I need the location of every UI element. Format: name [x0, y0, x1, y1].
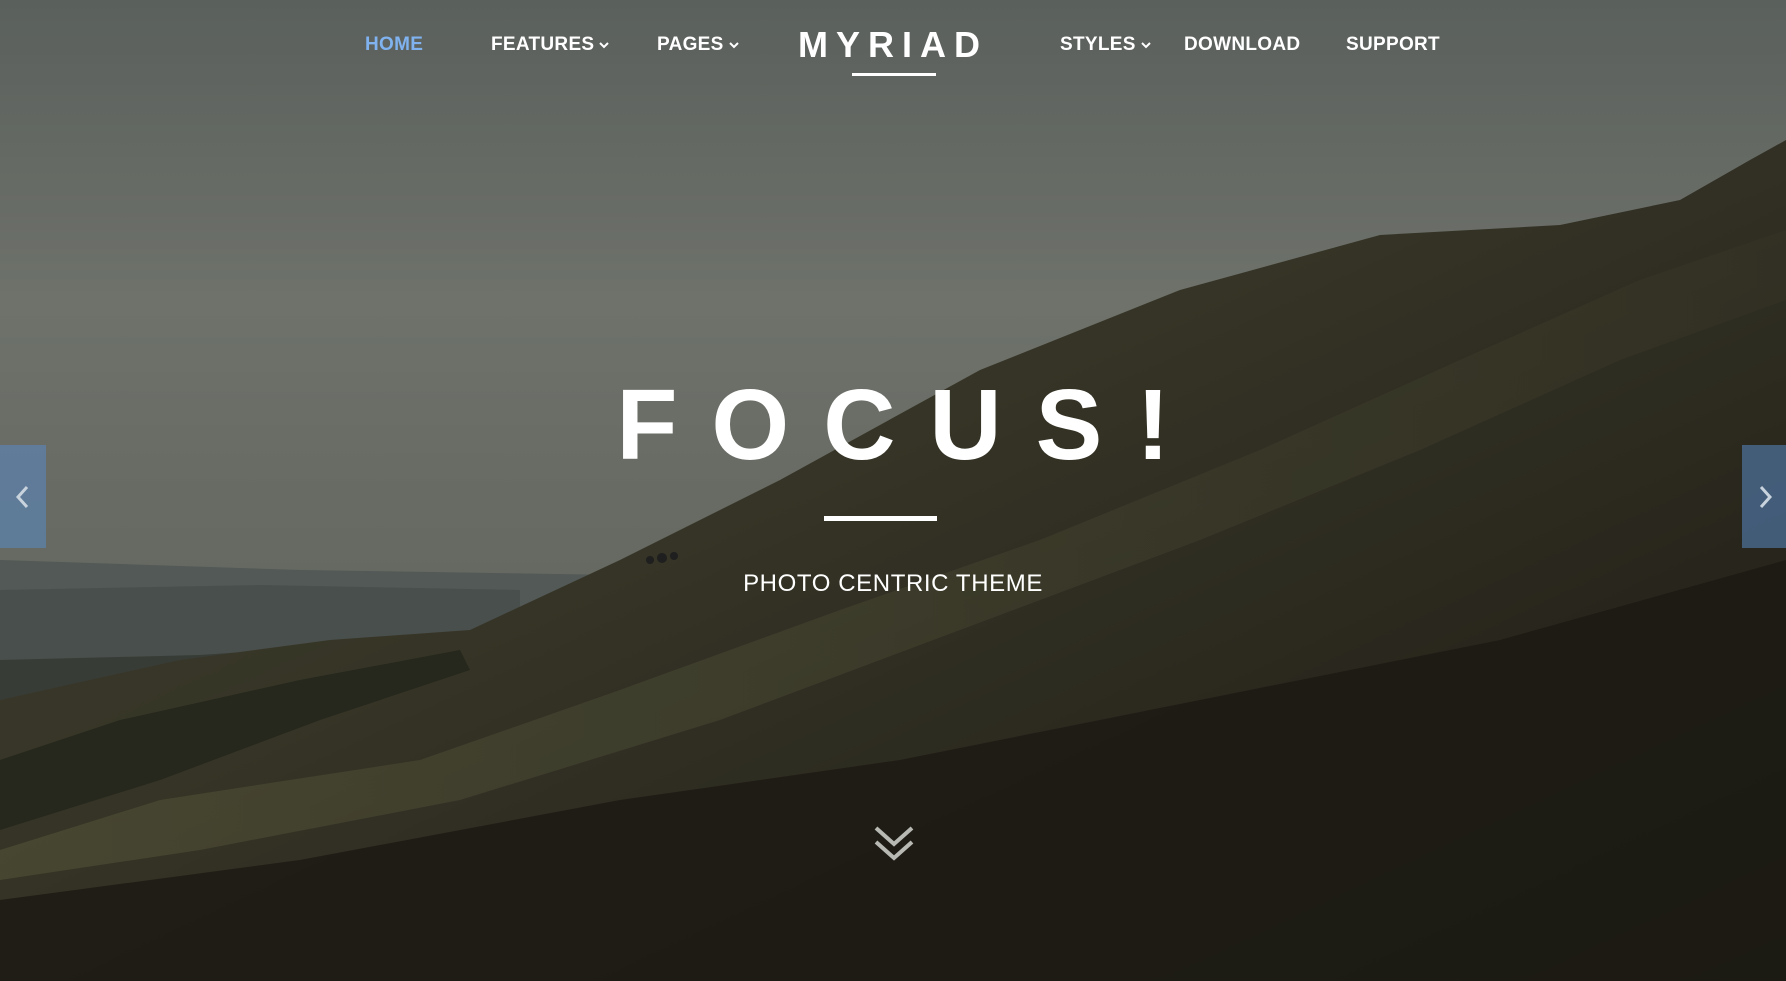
chevron-down-icon: [599, 42, 610, 49]
hero-title: FOCUS!: [616, 369, 1204, 481]
scroll-down-button[interactable]: [872, 822, 916, 866]
main-navigation: HOME FEATURES PAGES MYRIAD STYLES DOWNLO…: [0, 0, 1786, 90]
hero-subtitle: PHOTO CENTRIC THEME: [743, 570, 1043, 597]
nav-item-label: STYLES: [1060, 34, 1136, 55]
nav-item-pages[interactable]: PAGES: [657, 33, 740, 57]
nav-item-label: HOME: [365, 34, 424, 55]
title-divider: [824, 516, 937, 521]
logo-underline: [852, 73, 936, 76]
nav-item-label: DOWNLOAD: [1184, 34, 1301, 55]
nav-item-home[interactable]: HOME: [365, 33, 423, 57]
double-chevron-down-icon: [874, 826, 914, 861]
site-logo[interactable]: MYRIAD: [780, 24, 1006, 66]
chevron-down-icon: [728, 42, 739, 49]
nav-item-label: SUPPORT: [1346, 34, 1440, 55]
previous-slide-button[interactable]: [0, 445, 46, 548]
hero-slider: HOME FEATURES PAGES MYRIAD STYLES DOWNLO…: [0, 0, 1786, 981]
chevron-down-icon: [1141, 42, 1151, 49]
nav-item-features[interactable]: FEATURES: [491, 33, 610, 57]
nav-item-label: FEATURES: [491, 34, 595, 55]
nav-item-styles[interactable]: STYLES: [1060, 33, 1152, 57]
next-slide-button[interactable]: [1742, 445, 1786, 548]
nav-item-download[interactable]: DOWNLOAD: [1184, 33, 1300, 57]
chevron-left-icon: [15, 485, 29, 508]
nav-item-label: PAGES: [657, 34, 724, 55]
chevron-right-icon: [1759, 485, 1773, 508]
nav-item-support[interactable]: SUPPORT: [1346, 33, 1440, 57]
